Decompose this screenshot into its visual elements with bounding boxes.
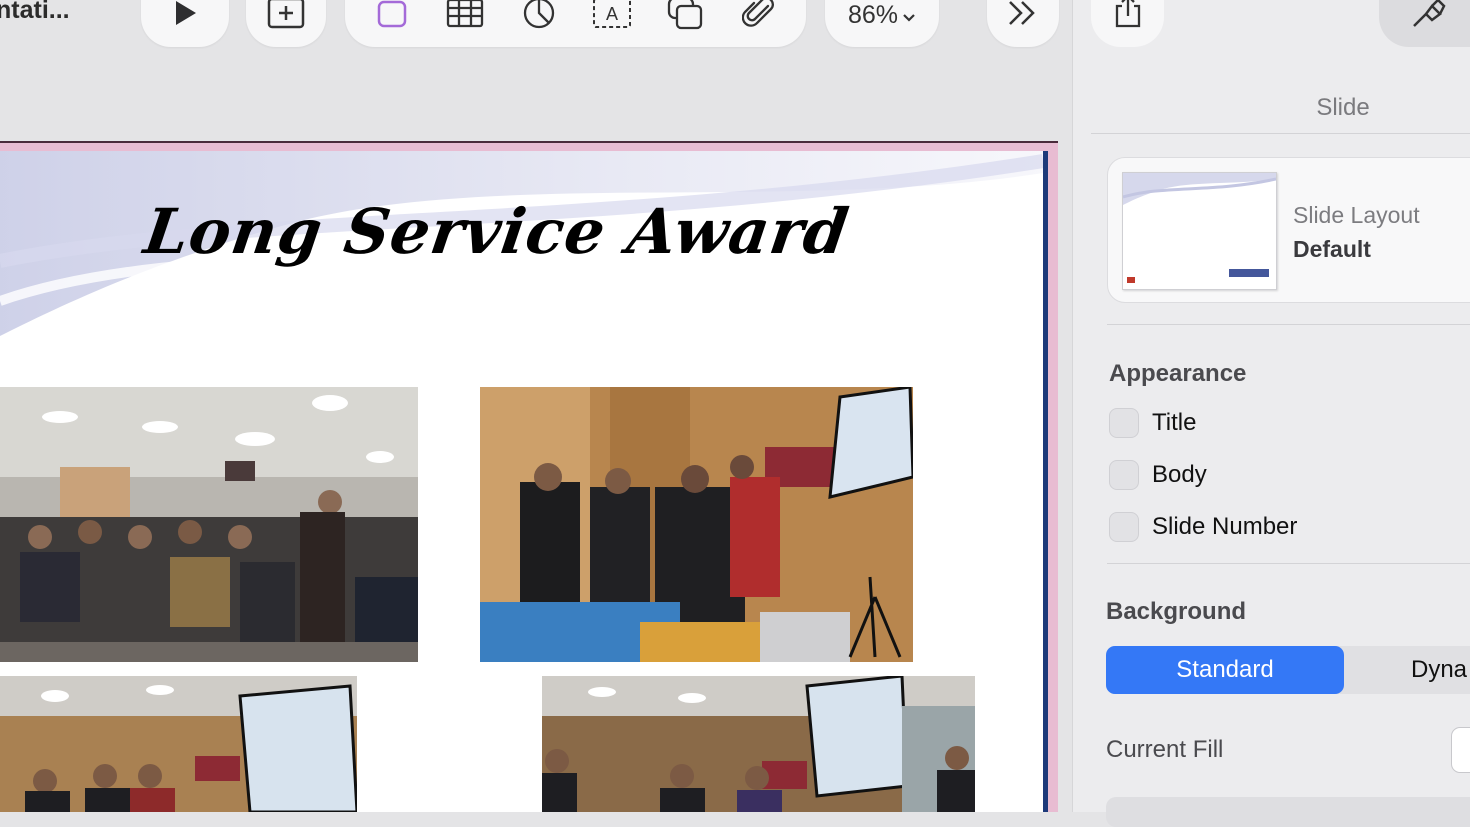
title-checkbox[interactable] — [1109, 408, 1139, 438]
section-divider — [1107, 563, 1470, 564]
current-fill-label: Current Fill — [1106, 736, 1224, 763]
appearance-body-row[interactable]: Body — [1109, 460, 1207, 490]
more-button[interactable] — [987, 0, 1059, 47]
body-checkbox-label: Body — [1152, 461, 1207, 488]
insert-toolbar-group: A — [345, 0, 806, 47]
table-icon[interactable] — [445, 0, 485, 30]
appearance-title-row[interactable]: Title — [1109, 408, 1196, 438]
tab-divider — [1091, 133, 1470, 134]
current-fill-color-well[interactable] — [1451, 727, 1470, 773]
add-slide-button[interactable] — [246, 0, 326, 47]
document-title[interactable]: ntati... — [0, 0, 70, 25]
slide-layout-card[interactable]: Slide Layout Default — [1107, 157, 1470, 303]
background-segmented-control: Standard Dyna — [1106, 646, 1470, 694]
add-slide-icon — [266, 0, 306, 30]
toolbar: ntati... A 86% — [0, 0, 1072, 62]
slide-title[interactable]: Long Service Award — [140, 195, 854, 268]
slide-number-checkbox[interactable] — [1109, 512, 1139, 542]
appearance-slide-number-row[interactable]: Slide Number — [1109, 512, 1297, 542]
slide-edge — [1043, 151, 1048, 812]
layers-icon[interactable] — [666, 0, 706, 30]
shape-icon[interactable] — [372, 0, 412, 30]
background-dynamic-option[interactable]: Dyna — [1411, 646, 1467, 694]
slide-layout-value: Default — [1293, 236, 1371, 262]
slide-layout-label: Slide Layout — [1293, 202, 1420, 228]
photo-stage-left[interactable] — [0, 676, 357, 812]
tab-slide[interactable]: Slide — [1073, 94, 1470, 122]
share-button[interactable] — [1091, 0, 1164, 47]
fill-options-bar[interactable] — [1106, 797, 1470, 827]
appearance-heading: Appearance — [1109, 360, 1247, 387]
slide-number-checkbox-label: Slide Number — [1152, 513, 1298, 540]
more-icon — [1003, 0, 1043, 30]
inspector-sidebar: Slide Slide Layout Default Appearance Ti… — [1072, 0, 1470, 827]
play-button[interactable] — [141, 0, 229, 47]
photo-award-handshake[interactable] — [480, 387, 913, 662]
format-icon — [1410, 0, 1448, 35]
play-icon — [165, 0, 205, 30]
background-heading: Background — [1106, 598, 1247, 625]
text-icon[interactable]: A — [592, 0, 632, 30]
background-standard-option[interactable]: Standard — [1106, 646, 1344, 694]
svg-text:A: A — [606, 4, 618, 24]
chart-icon[interactable] — [519, 0, 559, 30]
share-icon — [1112, 0, 1144, 33]
title-checkbox-label: Title — [1152, 409, 1197, 436]
format-button[interactable] — [1379, 0, 1470, 47]
photo-stage-right[interactable] — [542, 676, 975, 812]
photo-audience[interactable] — [0, 387, 418, 662]
slide-frame-edge — [0, 141, 1058, 143]
section-divider — [1107, 324, 1470, 325]
slide[interactable]: Long Service Award — [0, 151, 1043, 812]
chevron-down-icon — [902, 1, 916, 30]
layout-thumbnail — [1122, 172, 1277, 290]
attachment-icon[interactable] — [739, 0, 779, 30]
zoom-value: 86% — [847, 1, 899, 29]
zoom-control[interactable]: 86% — [825, 0, 939, 47]
body-checkbox[interactable] — [1109, 460, 1139, 490]
